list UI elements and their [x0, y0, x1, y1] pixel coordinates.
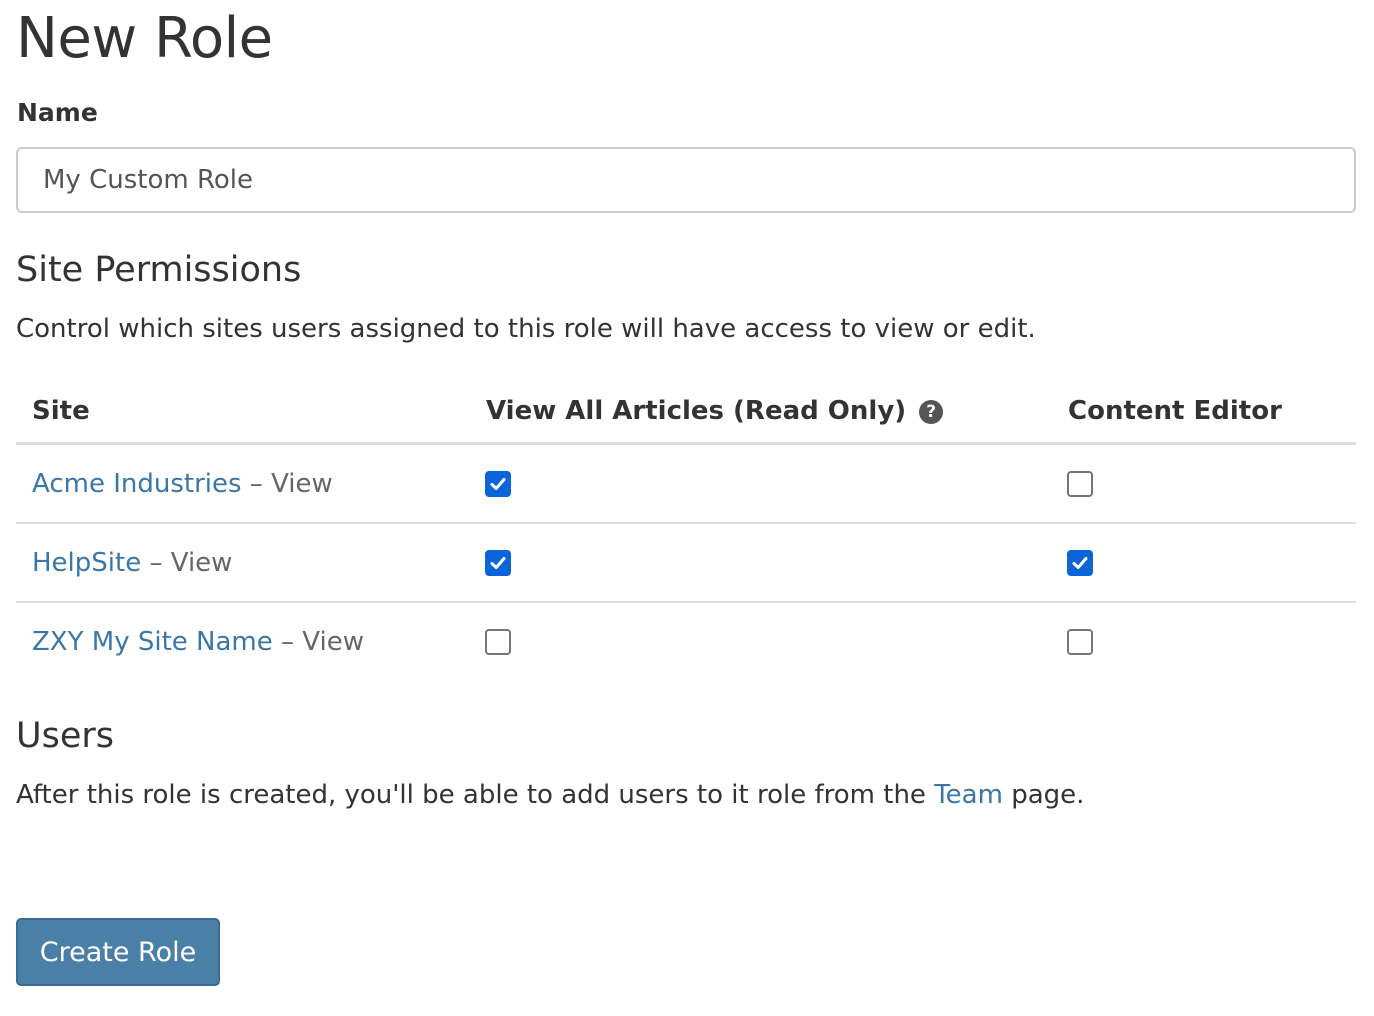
name-label: Name — [17, 98, 98, 127]
site-cell: ZXY My Site Name – View — [16, 602, 486, 680]
column-header-view-all-label: View All Articles (Read Only) — [486, 396, 907, 426]
site-link[interactable]: Acme Industries — [32, 469, 242, 499]
content-editor-checkbox[interactable] — [1067, 629, 1093, 655]
column-header-content-editor-label: Content Editor — [1068, 396, 1282, 426]
table-row: HelpSite – View — [16, 523, 1356, 603]
column-header-content-editor: Content Editor — [1068, 380, 1356, 445]
site-access-label: – View — [241, 468, 333, 499]
site-permissions-description: Control which sites users assigned to th… — [16, 314, 1036, 344]
site-permissions-table: Site View All Articles (Read Only) ? Con… — [16, 380, 1356, 680]
view-all-checkbox[interactable] — [485, 471, 511, 497]
site-cell: HelpSite – View — [16, 523, 486, 603]
content-editor-cell — [1067, 602, 1356, 680]
new-role-page: New Role Name Site Permissions Control w… — [0, 0, 1374, 1016]
view-all-checkbox[interactable] — [485, 550, 511, 576]
site-link[interactable]: ZXY My Site Name — [32, 627, 273, 657]
view-all-cell — [485, 602, 1068, 680]
site-access-label: – View — [272, 626, 364, 657]
content-editor-checkbox[interactable] — [1067, 471, 1093, 497]
site-cell: Acme Industries – View — [16, 443, 486, 524]
site-access-label: – View — [141, 547, 233, 578]
team-link[interactable]: Team — [934, 780, 1003, 810]
site-link[interactable]: HelpSite — [32, 548, 141, 578]
table-header-row: Site View All Articles (Read Only) ? Con… — [16, 380, 1356, 445]
view-all-cell — [485, 443, 1068, 524]
role-name-input[interactable] — [16, 147, 1356, 213]
table-row: ZXY My Site Name – View — [16, 602, 1356, 680]
users-description: After this role is created, you'll be ab… — [16, 780, 1084, 810]
question-circle-icon[interactable]: ? — [919, 400, 944, 424]
create-role-button[interactable]: Create Role — [16, 918, 220, 986]
site-permissions-heading: Site Permissions — [16, 250, 302, 290]
content-editor-checkbox[interactable] — [1067, 550, 1093, 576]
content-editor-cell — [1067, 443, 1356, 524]
column-header-site-label: Site — [32, 396, 90, 426]
column-header-view-all: View All Articles (Read Only) ? — [486, 380, 1068, 445]
page-title: New Role — [16, 6, 273, 71]
users-text-before: After this role is created, you'll be ab… — [16, 780, 935, 810]
table-row: Acme Industries – View — [16, 443, 1356, 524]
view-all-cell — [485, 523, 1068, 603]
column-header-site: Site — [16, 380, 486, 445]
users-heading: Users — [16, 716, 115, 756]
users-text-after: page. — [1002, 780, 1085, 810]
view-all-checkbox[interactable] — [485, 629, 511, 655]
content-editor-cell — [1067, 523, 1356, 603]
